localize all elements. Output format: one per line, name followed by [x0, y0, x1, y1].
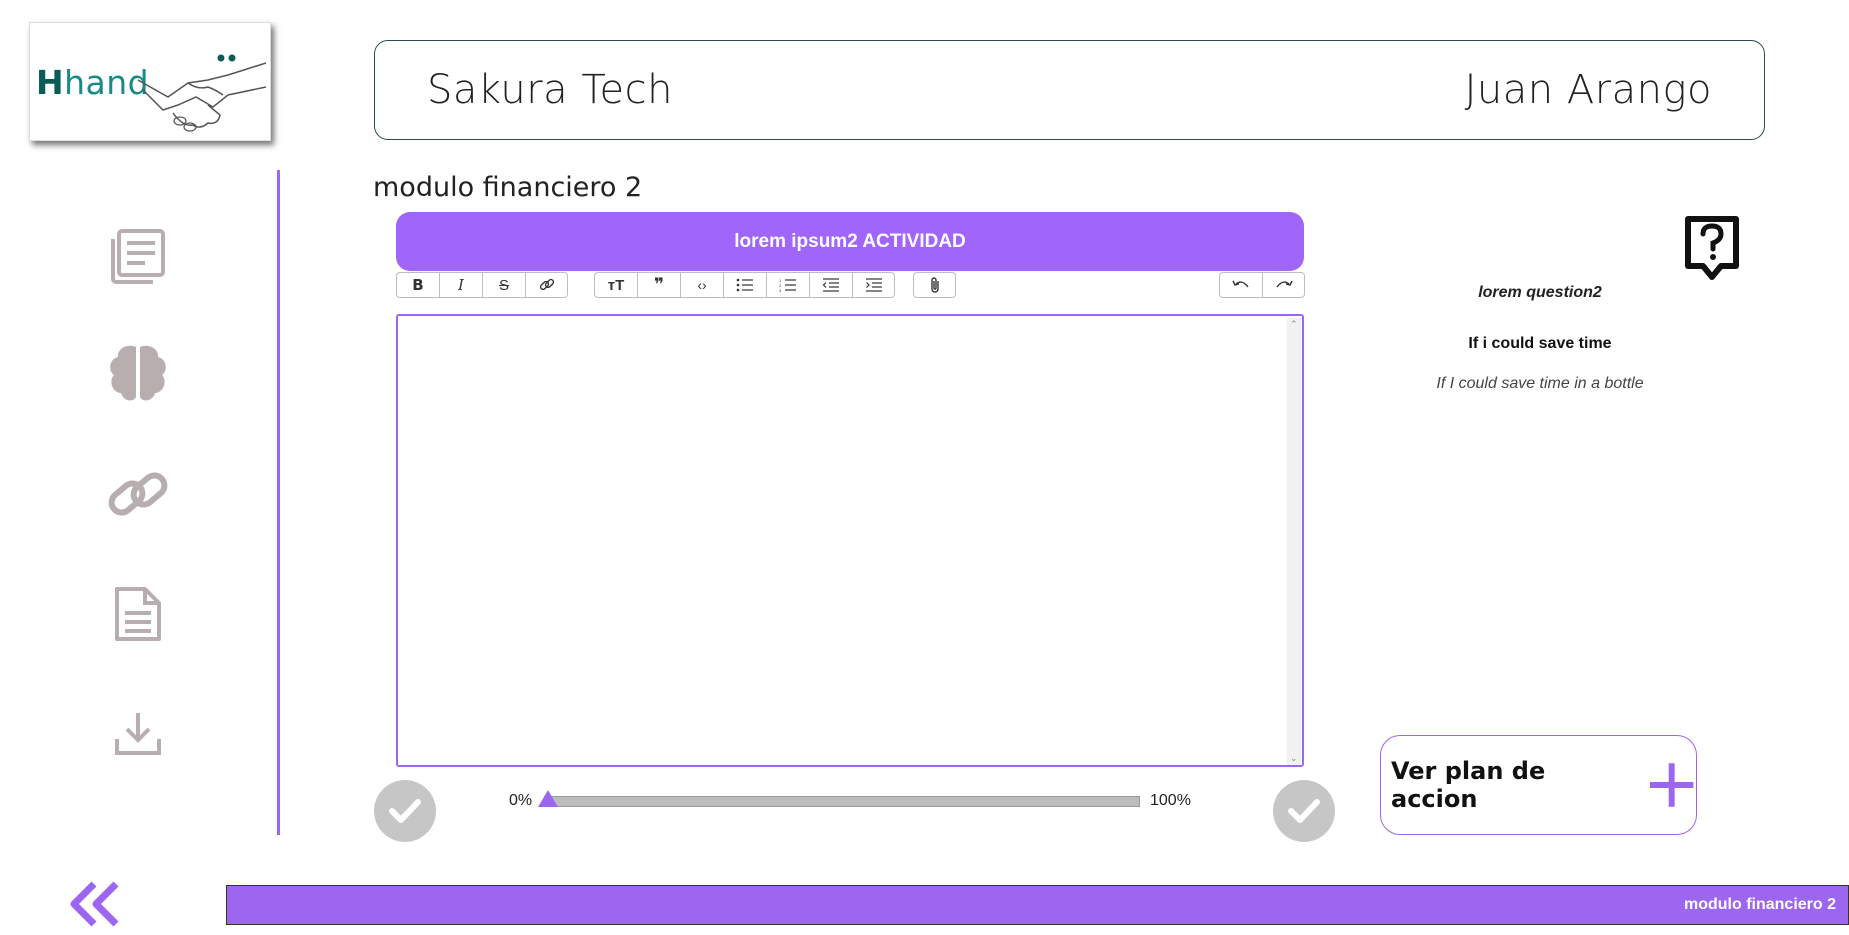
action-plan-label: Ver plan de accion: [1391, 757, 1546, 813]
handshake-icon: [138, 54, 267, 132]
paperclip-icon: [930, 277, 939, 293]
link-icon: [539, 278, 554, 291]
question-text: lorem question2: [1478, 284, 1602, 301]
strikethrough-button[interactable]: S: [482, 272, 525, 298]
toolbar-attach-group: [913, 272, 956, 298]
company-name: Sakura Tech: [427, 67, 673, 113]
user-name: Juan Arango: [1464, 67, 1712, 113]
outdent-button[interactable]: [809, 272, 852, 298]
toolbar-block-group: тТ ❞ ‹› 123: [594, 272, 895, 298]
download-icon: [115, 713, 161, 755]
sidebar-item-download[interactable]: [104, 700, 172, 768]
logo: Hhand: [29, 22, 271, 141]
undo-button[interactable]: [1219, 272, 1262, 298]
activity-banner: lorem ipsum2 ACTIVIDAD: [396, 212, 1304, 271]
link-button[interactable]: [525, 272, 568, 298]
editor-scrollbar[interactable]: ⌃ ⌄: [1287, 318, 1301, 765]
plus-icon: [1649, 763, 1694, 807]
redo-icon: [1275, 280, 1293, 288]
help-button[interactable]: [1683, 214, 1741, 287]
sidebar-item-news[interactable]: [104, 222, 172, 290]
bold-button[interactable]: B: [396, 272, 439, 298]
check-icon: [1288, 799, 1320, 823]
footer-module-label: modulo financiero 2: [1683, 896, 1836, 913]
link-icon: [108, 472, 168, 516]
answer-text: If I could save time in a bottle: [1436, 375, 1644, 392]
answer-title: If i could save time: [1468, 335, 1612, 352]
editor-input[interactable]: [398, 316, 1302, 765]
sidebar-item-document[interactable]: [104, 580, 172, 648]
scroll-down-icon[interactable]: ⌄: [1290, 753, 1298, 764]
toolbar-text-group: B I S: [396, 272, 568, 298]
newspaper-icon: [111, 229, 165, 284]
scroll-up-icon[interactable]: ⌃: [1290, 319, 1298, 330]
numbered-list-icon: 123: [779, 278, 796, 292]
sidebar-divider: [277, 170, 280, 835]
sidebar-item-brain[interactable]: [104, 340, 172, 408]
header: Sakura Tech Juan Arango: [374, 40, 1765, 140]
sidebar: [0, 170, 278, 835]
undo-icon: [1232, 280, 1249, 288]
toolbar-history-group: [1219, 272, 1305, 298]
page-title: modulo financiero 2: [373, 172, 643, 203]
indent-icon: [865, 278, 882, 292]
footer-bar: modulo financiero 2: [226, 885, 1849, 925]
sidebar-item-link[interactable]: [104, 460, 172, 528]
attach-file-button[interactable]: [913, 272, 956, 298]
quote-button[interactable]: ❞: [637, 272, 680, 298]
progress-slider-thumb[interactable]: [538, 790, 558, 807]
bullet-list-button[interactable]: [723, 272, 766, 298]
redo-button[interactable]: [1262, 272, 1305, 298]
numbered-list-button[interactable]: 123: [766, 272, 809, 298]
action-plan-button[interactable]: Ver plan de accion: [1380, 735, 1697, 835]
progress-max-label: 100%: [1150, 792, 1191, 809]
logo-text: Hhand: [36, 63, 150, 102]
rich-text-editor: ⌃ ⌄: [396, 314, 1304, 767]
double-chevron-left-icon: [70, 881, 119, 927]
italic-button[interactable]: I: [439, 272, 482, 298]
progress-min-label: 0%: [509, 792, 533, 809]
svg-text:3: 3: [779, 288, 782, 292]
heading-button[interactable]: тТ: [594, 272, 637, 298]
code-button[interactable]: ‹›: [680, 272, 723, 298]
bullet-list-icon: [736, 278, 753, 292]
outdent-icon: [822, 278, 839, 292]
check-button-left[interactable]: [374, 780, 436, 842]
help-question-icon: [1685, 216, 1739, 280]
check-button-right[interactable]: [1273, 780, 1335, 842]
brain-icon: [110, 345, 166, 401]
back-button[interactable]: [66, 880, 122, 933]
indent-button[interactable]: [852, 272, 895, 298]
document-icon: [115, 587, 161, 641]
progress-track[interactable]: [548, 796, 1140, 807]
check-icon: [389, 799, 421, 823]
